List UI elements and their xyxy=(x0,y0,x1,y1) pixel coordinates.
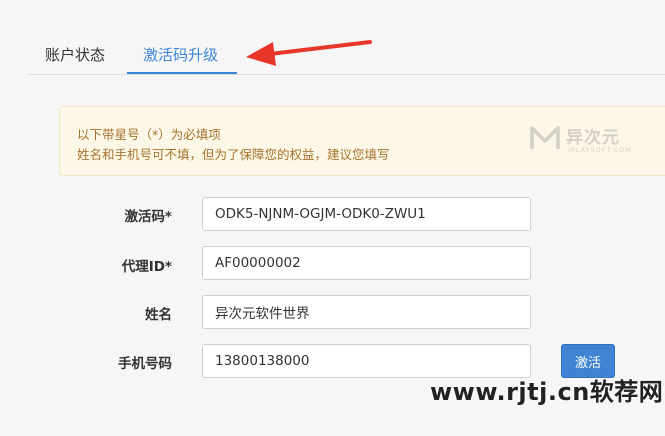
brand-logo-icon xyxy=(530,126,560,149)
watermark-cn-text: 异次元 xyxy=(566,128,620,148)
agent-id-input[interactable] xyxy=(202,246,531,280)
notice-required-text: 以下带星号（*）为必填项 xyxy=(77,127,221,142)
notice-box: 以下带星号（*）为必填项 姓名和手机号可不填，但为了保障您的权益，建议您填写 异… xyxy=(59,106,665,176)
site-watermark: www.rjtj.cn软荐网 xyxy=(430,378,664,406)
tab-activation-upgrade[interactable]: 激活码升级 xyxy=(143,44,218,65)
red-arrow-icon xyxy=(246,40,372,66)
tab-account-status[interactable]: 账户状态 xyxy=(45,44,105,65)
activation-code-input[interactable] xyxy=(202,197,531,231)
watermark-en-text: IPLAYSOFT.COM xyxy=(568,146,632,154)
notice-optional-text: 姓名和手机号可不填，但为了保障您的权益，建议您填写 xyxy=(77,147,390,162)
tab-divider xyxy=(27,74,665,75)
name-label: 姓名 xyxy=(145,307,172,323)
name-input[interactable] xyxy=(202,295,531,329)
agent-id-label: 代理ID* xyxy=(121,259,172,275)
activation-code-label: 激活码* xyxy=(124,209,172,225)
phone-label: 手机号码 xyxy=(118,356,172,372)
